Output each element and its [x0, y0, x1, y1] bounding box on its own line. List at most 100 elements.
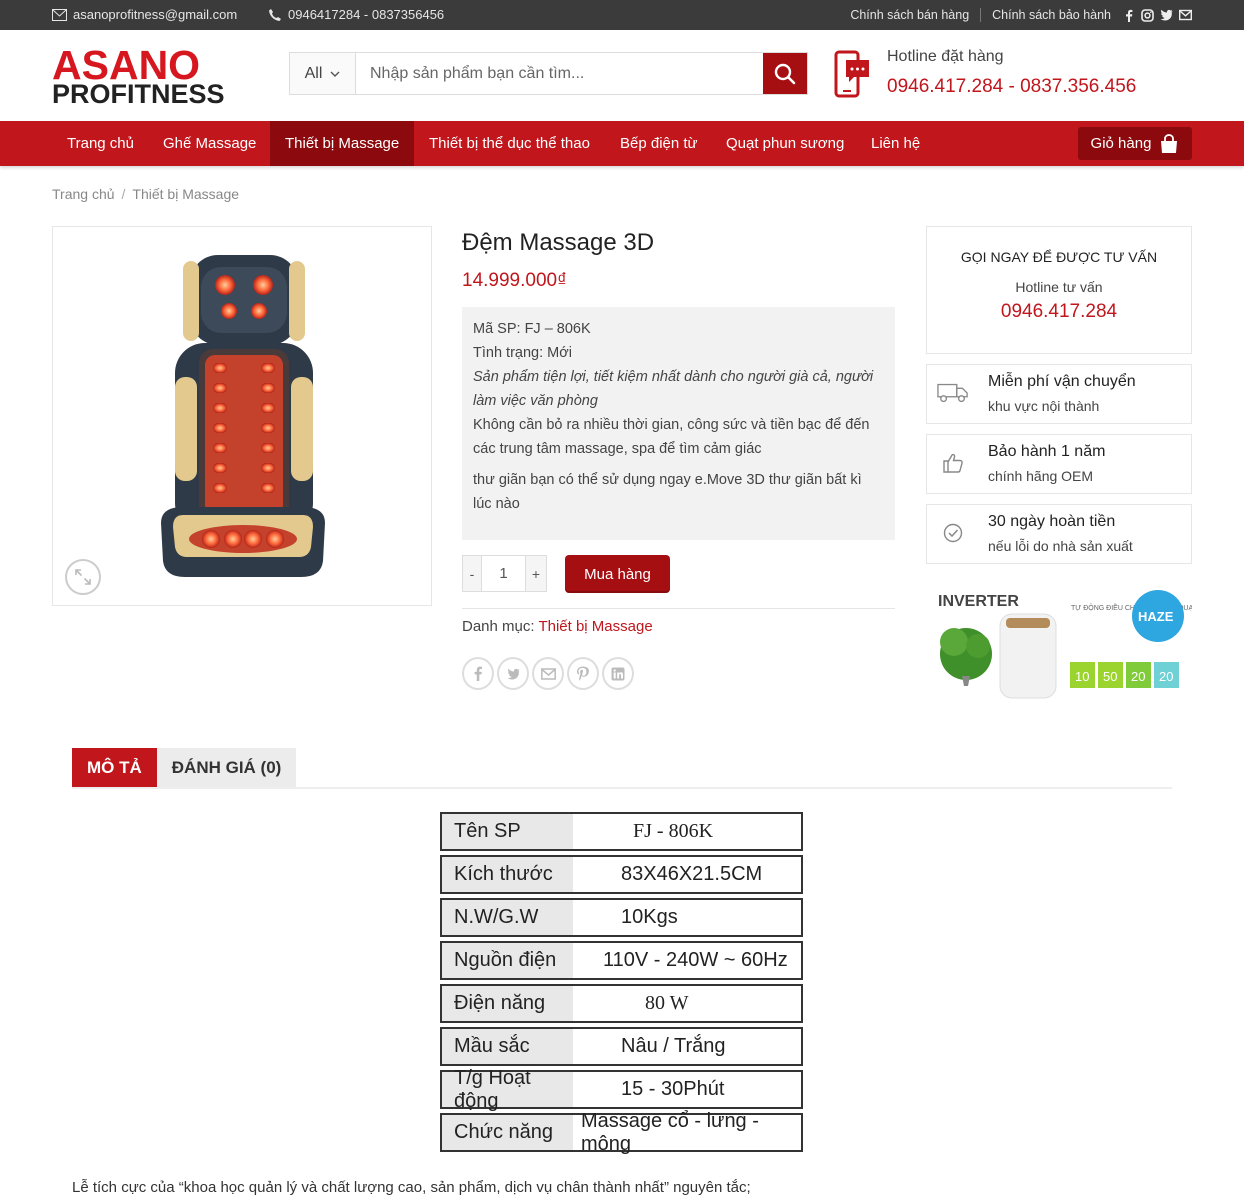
logo-text-profitness: PROFITNESS [52, 79, 225, 109]
product-code: Mã SP: FJ – 806K [473, 321, 591, 337]
zoom-button[interactable] [65, 559, 101, 595]
instagram-icon[interactable] [1141, 8, 1154, 22]
share-linkedin-button[interactable] [602, 657, 634, 690]
phone-icon [269, 8, 281, 21]
shopping-bag-icon [1161, 133, 1178, 153]
svg-text:20: 20 [1131, 669, 1145, 684]
share-buttons [462, 657, 634, 690]
nav-item-fitness[interactable]: Thiết bị thể dục thể thao [414, 121, 605, 166]
table-row: Chức năng Massage cổ - lưng - mông [440, 1109, 803, 1155]
divider [462, 608, 895, 609]
spec-value: 80 W [645, 992, 689, 1014]
table-row: Nguồn điện 110V - 240W ~ 60Hz [440, 941, 803, 980]
breadcrumb-home[interactable]: Trang chủ [52, 186, 115, 202]
table-row: N.W/G.W 10Kgs [440, 898, 803, 937]
qty-input[interactable]: 1 [482, 556, 525, 591]
search-bar: All [289, 52, 808, 95]
envelope-icon[interactable] [1179, 9, 1192, 21]
pinterest-icon [577, 666, 589, 681]
facebook-icon[interactable] [1123, 9, 1135, 22]
top-email[interactable]: asanoprofitness@gmail.com [52, 7, 237, 22]
promo-banner[interactable]: INVERTER TỰ ĐỘNG ĐIỀU CHỈNH TỐC ĐỘ QUẠT … [926, 584, 1198, 706]
product-tabs: MÔ TẢ ĐÁNH GIÁ (0) [72, 748, 297, 787]
table-row: Điện năng 80 W [440, 984, 803, 1023]
share-twitter-button[interactable] [497, 657, 529, 690]
svg-text:50: 50 [1103, 669, 1117, 684]
spec-table: Tên SP FJ - 806K Kích thước 83X46X21.5CM N… [440, 812, 803, 1156]
truck-icon [937, 383, 968, 403]
search-button[interactable] [763, 53, 807, 94]
category-label: Danh mục: [462, 618, 539, 635]
feature-title: Miễn phí vận chuyển [988, 373, 1136, 390]
chevron-down-icon [330, 71, 340, 77]
nav-item-home[interactable]: Trang chủ [52, 121, 149, 166]
search-category-value: All [304, 64, 323, 82]
search-input[interactable] [356, 53, 763, 94]
spec-key: N.W/G.W [442, 900, 573, 935]
logo-text-asano: ASANO [52, 42, 201, 88]
hotline-numbers[interactable]: 0946.417.284 - 0837.356.456 [887, 76, 1136, 98]
warranty-policy-link[interactable]: Chính sách bảo hành [992, 8, 1111, 22]
table-row: Tên SP FJ - 806K [440, 812, 803, 851]
product-price: 14.999.000₫ [462, 270, 567, 291]
feature-refund: 30 ngày hoàn tiền nếu lỗi do nhà sản xuấ… [926, 504, 1192, 564]
product-condition: Tình trạng: Mới [473, 345, 572, 361]
feature-subtitle: chính hãng OEM [988, 468, 1094, 484]
qty-decrease-button[interactable]: - [463, 556, 482, 591]
twitter-icon[interactable] [1160, 9, 1173, 21]
nav-item-massage-chair[interactable]: Ghế Massage [148, 121, 271, 166]
share-facebook-button[interactable] [462, 657, 494, 690]
feature-free-shipping: Miễn phí vận chuyển khu vực nội thành [926, 364, 1192, 424]
divider [980, 8, 982, 22]
product-gallery [52, 226, 432, 606]
spec-key: Mầu sắc [442, 1029, 573, 1064]
facebook-icon [474, 666, 482, 681]
share-pinterest-button[interactable] [567, 657, 599, 690]
product-title: Đệm Massage 3D [462, 229, 655, 256]
svg-text:10: 10 [1075, 669, 1089, 684]
promo-banner-graphic: INVERTER TỰ ĐỘNG ĐIỀU CHỈNH TỐC ĐỘ QUẠT … [938, 590, 1198, 699]
spec-value: FJ - 806K [633, 820, 714, 842]
table-row: Kích thước 83X46X21.5CM [440, 855, 803, 894]
spec-value: Massage cổ - lưng - mông [581, 1109, 759, 1155]
consult-phone[interactable]: 0946.417.284 [927, 301, 1191, 323]
description-paragraph: Lễ tích cực của “khoa học quản lý và chấ… [72, 1179, 751, 1196]
breadcrumb-category[interactable]: Thiết bị Massage [132, 186, 239, 202]
search-icon [774, 63, 796, 84]
nav-item-induction-cooker[interactable]: Bếp điện từ [605, 121, 713, 166]
tab-reviews[interactable]: ĐÁNH GIÁ (0) [156, 748, 297, 787]
product-image[interactable] [153, 251, 333, 583]
search-category-select[interactable]: All [290, 53, 356, 94]
quantity-stepper: - 1 + [462, 555, 547, 592]
cart-button[interactable]: Giỏ hàng [1078, 127, 1192, 160]
nav-item-massage-equipment[interactable]: Thiết bị Massage [270, 121, 415, 166]
sales-policy-link[interactable]: Chính sách bán hàng [850, 8, 969, 22]
nav-item-mist-fan[interactable]: Quạt phun sương [711, 121, 859, 166]
site-logo[interactable]: ASANO PROFITNESS [52, 42, 260, 109]
top-phone-text: 0946417284 - 0837356456 [288, 7, 445, 22]
feature-title: Bảo hành 1 năm [988, 443, 1106, 460]
share-email-button[interactable] [532, 657, 564, 690]
feature-title: 30 ngày hoàn tiền [988, 513, 1116, 530]
spec-value: 110V - 240W ~ 60Hz [603, 949, 788, 971]
table-row: T/g Hoạt động 15 - 30Phút [440, 1067, 803, 1112]
product-desc-1: Không cần bỏ ra nhiều thời gian, công sứ… [473, 417, 870, 457]
spec-key: Chức năng [442, 1115, 573, 1150]
hotline-block: Hotline đặt hàng 0946.417.284 - 0837.356… [834, 48, 1194, 100]
svg-text:20: 20 [1159, 669, 1173, 684]
product-desc-2: thư giãn bạn có thể sử dụng ngay e.Move … [473, 472, 862, 512]
category-link[interactable]: Thiết bị Massage [538, 618, 652, 635]
nav-item-contact[interactable]: Liên hệ [856, 121, 935, 166]
feature-subtitle: khu vực nội thành [988, 398, 1100, 414]
buy-button[interactable]: Mua hàng [565, 555, 670, 593]
banner-haze-text: HAZE [1138, 609, 1174, 624]
spec-value: 15 - 30Phút [621, 1078, 725, 1100]
tab-description[interactable]: MÔ TẢ [72, 748, 157, 787]
spec-key: Điện năng [442, 986, 573, 1021]
qty-increase-button[interactable]: + [525, 556, 546, 591]
top-phone[interactable]: 0946417284 - 0837356456 [268, 7, 444, 22]
breadcrumb: Trang chủ / Thiết bị Massage [52, 186, 240, 202]
check-circle-icon [943, 523, 963, 543]
table-row: Mầu sắc Nâu / Trắng [440, 1027, 803, 1066]
divider [72, 787, 1172, 789]
